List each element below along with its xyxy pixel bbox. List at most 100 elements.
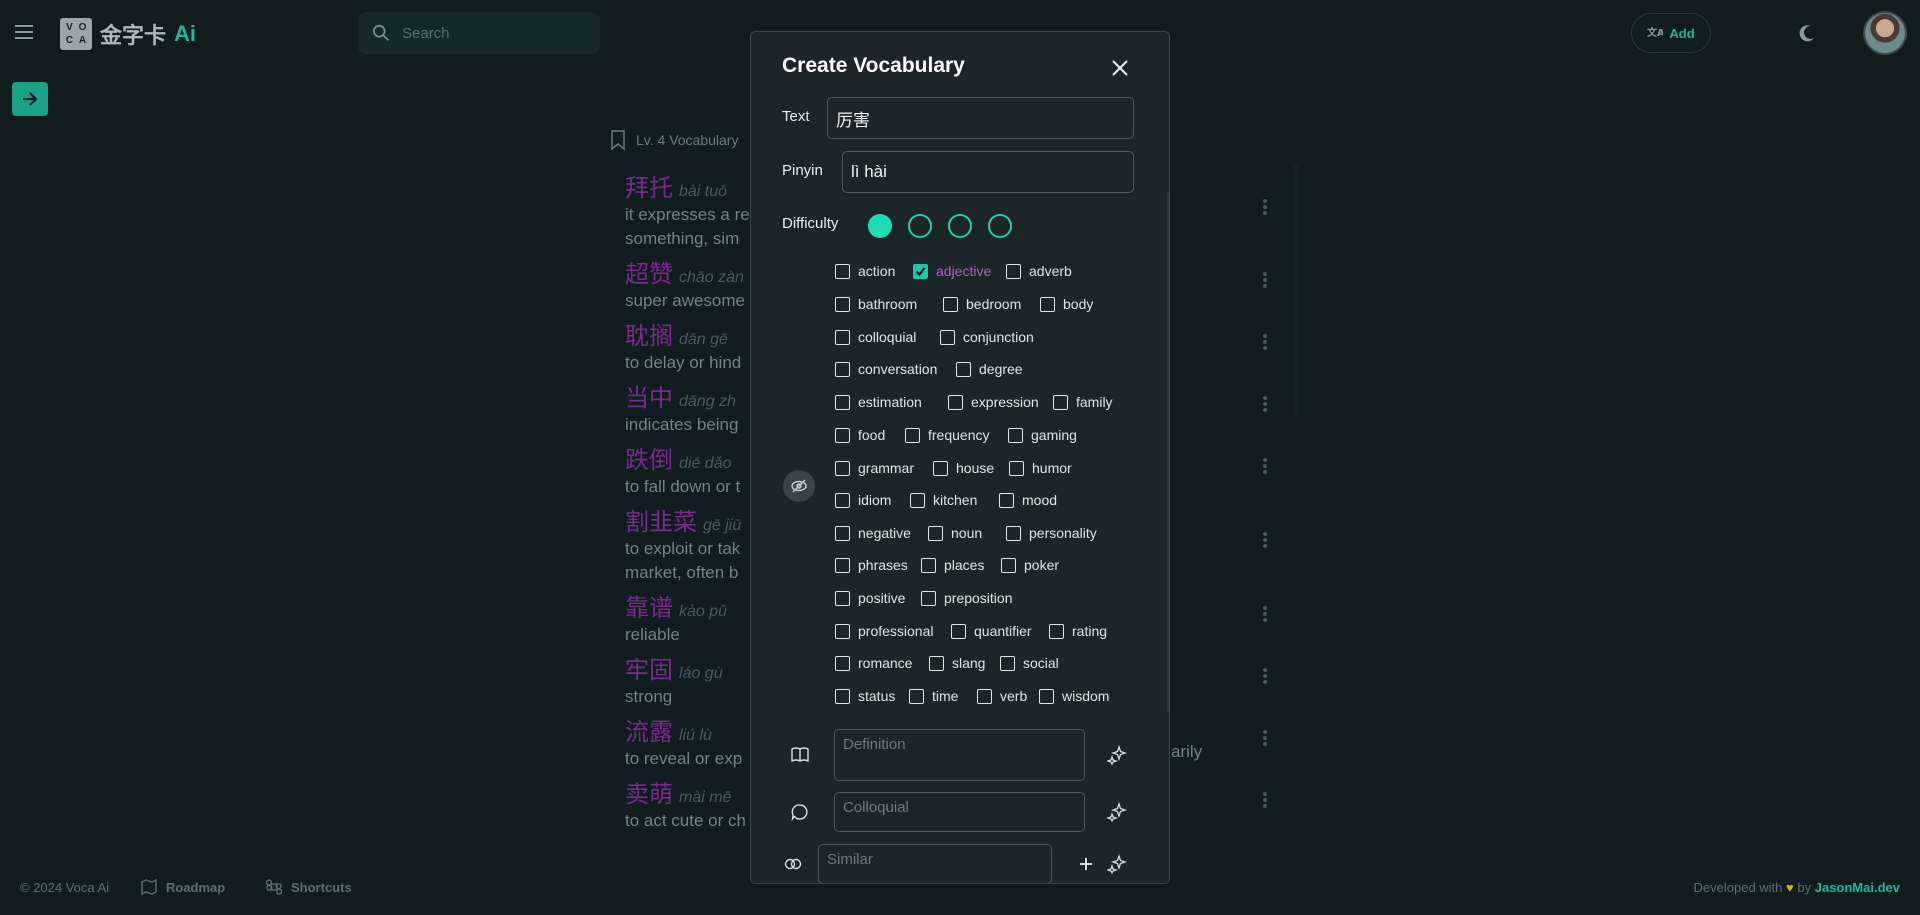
list-item[interactable]: 跌倒 diē dǎo to fall down or t (625, 440, 740, 499)
checkbox-icon[interactable] (933, 460, 948, 476)
close-icon[interactable] (1109, 57, 1131, 79)
more-options-icon[interactable] (1263, 792, 1267, 808)
checkbox-icon[interactable] (928, 525, 943, 541)
list-item[interactable]: 牢固 láo gù strong (625, 650, 723, 709)
tag-checkbox-professional[interactable]: professional (835, 623, 934, 639)
hamburger-menu-icon[interactable] (12, 20, 36, 44)
checkbox-icon[interactable] (948, 394, 963, 410)
checkbox-icon[interactable] (835, 492, 850, 508)
checkbox-icon[interactable] (943, 296, 958, 312)
tag-checkbox-phrases[interactable]: phrases (835, 557, 908, 573)
list-item[interactable]: 割韭菜 gē jiū to exploit or tak market, ofte… (625, 502, 741, 585)
tag-checkbox-estimation[interactable]: estimation (835, 394, 922, 410)
add-button[interactable]: 文A Add (1631, 13, 1711, 53)
checkbox-icon[interactable] (835, 557, 850, 573)
tag-checkbox-food[interactable]: food (835, 427, 885, 443)
tag-checkbox-status[interactable]: status (835, 688, 895, 704)
tag-checkbox-social[interactable]: social (1000, 655, 1059, 671)
more-options-icon[interactable] (1263, 532, 1267, 548)
more-options-icon[interactable] (1263, 458, 1267, 474)
pinyin-field[interactable]: lì hài (842, 151, 1134, 193)
list-item[interactable]: 靠谱 kào pǔ reliable (625, 588, 727, 647)
tag-checkbox-preposition[interactable]: preposition (921, 590, 1013, 606)
tag-checkbox-wisdom[interactable]: wisdom (1039, 688, 1109, 704)
checkbox-icon[interactable] (1006, 525, 1021, 541)
list-item[interactable]: 当中 dāng zh indicates being (625, 378, 738, 437)
checkbox-icon[interactable] (835, 590, 850, 606)
checkbox-icon[interactable] (921, 590, 936, 606)
difficulty-level-2[interactable] (908, 214, 932, 238)
checkbox-icon[interactable] (1001, 557, 1016, 573)
tag-checkbox-adverb[interactable]: adverb (1006, 263, 1072, 279)
list-item[interactable]: 卖萌 mài mē to act cute or ch (625, 774, 746, 833)
checkbox-icon[interactable] (835, 361, 850, 377)
more-options-icon[interactable] (1263, 606, 1267, 622)
tag-checkbox-verb[interactable]: verb (977, 688, 1027, 704)
expand-arrow-button[interactable] (12, 82, 48, 116)
checkbox-icon[interactable] (909, 688, 924, 704)
checkbox-icon[interactable] (999, 492, 1014, 508)
checkbox-icon[interactable] (1000, 655, 1015, 671)
search-input[interactable]: Search (358, 12, 600, 54)
checkbox-icon[interactable] (835, 688, 850, 704)
checkbox-icon[interactable] (835, 394, 850, 410)
checkbox-icon[interactable] (956, 361, 971, 377)
tag-checkbox-body[interactable]: body (1040, 296, 1093, 312)
tag-checkbox-romance[interactable]: romance (835, 655, 912, 671)
tag-checkbox-rating[interactable]: rating (1049, 623, 1107, 639)
checkbox-icon[interactable] (1053, 394, 1068, 410)
list-item[interactable]: 超赞 chāo zàn super awesome (625, 254, 745, 313)
difficulty-level-4[interactable] (988, 214, 1012, 238)
tag-checkbox-bathroom[interactable]: bathroom (835, 296, 917, 312)
moon-icon[interactable] (1797, 23, 1817, 43)
list-item[interactable]: 流露 liú lù to reveal or exp (625, 712, 742, 771)
sparkle-icon[interactable] (1107, 745, 1127, 765)
checkbox-checked-icon[interactable] (913, 263, 928, 279)
tag-checkbox-expression[interactable]: expression (948, 394, 1039, 410)
tag-checkbox-conversation[interactable]: conversation (835, 361, 937, 377)
checkbox-icon[interactable] (835, 655, 850, 671)
more-options-icon[interactable] (1263, 730, 1267, 746)
list-item[interactable]: 耽搁 dān gē to delay or hind (625, 316, 741, 375)
list-item[interactable]: 拜托 bài tuō it expresses a re something, s… (625, 168, 750, 251)
similar-field[interactable]: Similar (818, 844, 1052, 883)
more-options-icon[interactable] (1263, 334, 1267, 350)
tag-checkbox-personality[interactable]: personality (1006, 525, 1097, 541)
sparkle-icon[interactable] (1107, 802, 1127, 822)
plus-icon[interactable] (1076, 854, 1096, 874)
tag-checkbox-kitchen[interactable]: kitchen (910, 492, 977, 508)
tag-checkbox-quantifier[interactable]: quantifier (951, 623, 1032, 639)
checkbox-icon[interactable] (1040, 296, 1055, 312)
checkbox-icon[interactable] (835, 460, 850, 476)
checkbox-icon[interactable] (835, 263, 850, 279)
tag-checkbox-negative[interactable]: negative (835, 525, 911, 541)
colloquial-field[interactable]: Colloquial (834, 792, 1085, 832)
tag-checkbox-colloquial[interactable]: colloquial (835, 329, 916, 345)
checkbox-icon[interactable] (977, 688, 992, 704)
shortcuts-link[interactable]: Shortcuts (265, 878, 352, 896)
tag-checkbox-slang[interactable]: slang (929, 655, 985, 671)
tag-checkbox-places[interactable]: places (921, 557, 984, 573)
checkbox-icon[interactable] (835, 427, 850, 443)
checkbox-icon[interactable] (1049, 623, 1064, 639)
checkbox-icon[interactable] (835, 525, 850, 541)
more-options-icon[interactable] (1263, 199, 1267, 215)
tag-checkbox-grammar[interactable]: grammar (835, 460, 914, 476)
tag-checkbox-family[interactable]: family (1053, 394, 1113, 410)
checkbox-icon[interactable] (905, 427, 920, 443)
hide-tags-button[interactable] (783, 470, 815, 502)
tag-checkbox-bedroom[interactable]: bedroom (943, 296, 1021, 312)
tag-checkbox-frequency[interactable]: frequency (905, 427, 989, 443)
tag-checkbox-noun[interactable]: noun (928, 525, 982, 541)
tag-checkbox-time[interactable]: time (909, 688, 958, 704)
checkbox-icon[interactable] (940, 329, 955, 345)
checkbox-icon[interactable] (1009, 460, 1024, 476)
app-logo[interactable]: V O C A 金字卡 Ai (60, 18, 196, 50)
tag-checkbox-idiom[interactable]: idiom (835, 492, 891, 508)
checkbox-icon[interactable] (921, 557, 936, 573)
definition-field[interactable]: Definition (834, 729, 1085, 781)
checkbox-icon[interactable] (1006, 263, 1021, 279)
tag-checkbox-adjective[interactable]: adjective (913, 263, 991, 279)
tag-checkbox-poker[interactable]: poker (1001, 557, 1059, 573)
avatar[interactable] (1863, 11, 1907, 55)
